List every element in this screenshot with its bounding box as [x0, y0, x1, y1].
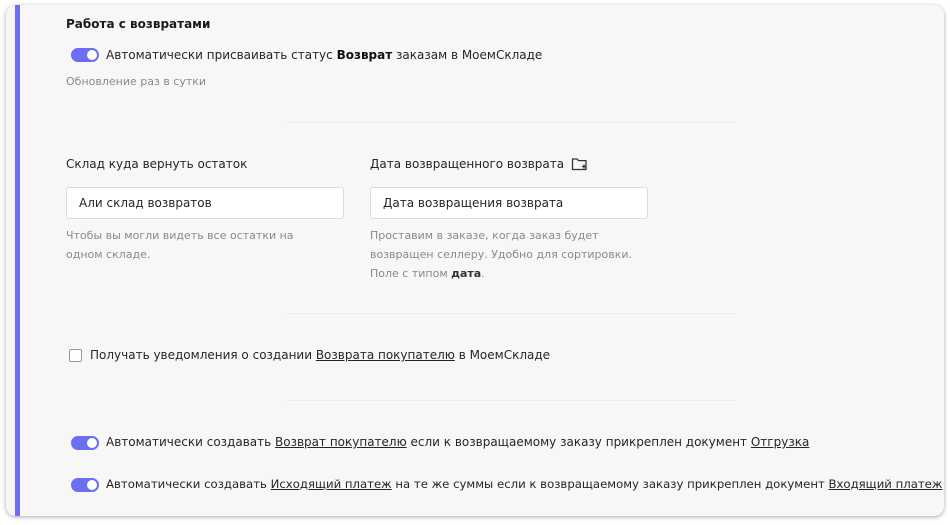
- return-date-hint-text: Проставим в заказе, когда заказ будет во…: [370, 229, 633, 280]
- warehouse-label: Склад куда вернуть остаток: [66, 157, 248, 171]
- auto-status-toggle[interactable]: [71, 48, 99, 62]
- outgoing-payment-link[interactable]: Исходящий платеж: [271, 477, 392, 491]
- auto-create-payment-prefix: Автоматически создавать: [106, 477, 271, 491]
- notify-link[interactable]: Возврата покупателю: [316, 348, 455, 362]
- notify-prefix: Получать уведомления о создании: [90, 348, 316, 362]
- returns-settings-card: Работа с возвратами Автоматически присва…: [6, 5, 944, 516]
- notify-suffix: в МоемСкладе: [454, 348, 551, 362]
- divider: [286, 400, 736, 401]
- return-date-label: Дата возвращенного возврата: [370, 157, 565, 171]
- divider: [286, 122, 736, 123]
- notify-checkbox[interactable]: [69, 349, 82, 362]
- incoming-payment-link[interactable]: Входящий платеж: [828, 477, 942, 491]
- return-date-hint-bold: дата: [451, 267, 482, 280]
- auto-create-payment-toggle[interactable]: [71, 478, 99, 492]
- warehouse-hint: Чтобы вы могли видеть все остатки на одн…: [66, 229, 294, 261]
- return-date-hint-end: .: [481, 267, 485, 280]
- auto-create-return-prefix: Автоматически создавать: [106, 435, 276, 449]
- notify-label: Получать уведомления о создании Возврата…: [90, 348, 550, 362]
- auto-status-bold: Возврат: [336, 48, 393, 62]
- auto-create-payment-middle: на те же суммы если к возвращаемому зака…: [391, 477, 829, 491]
- auto-create-return-label: Автоматически создавать Возврат покупате…: [106, 435, 809, 449]
- toggle-knob: [87, 480, 97, 490]
- toggle-knob: [87, 438, 97, 448]
- warehouse-input[interactable]: Али склад возвратов: [66, 187, 344, 219]
- accent-bar: [15, 5, 20, 516]
- folder-plus-icon[interactable]: [571, 156, 589, 176]
- shipment-link[interactable]: Отгрузка: [751, 435, 809, 449]
- return-date-hint: Проставим в заказе, когда заказ будет во…: [370, 226, 660, 283]
- section-title: Работа с возвратами: [66, 17, 211, 31]
- toggle-knob: [87, 50, 97, 60]
- auto-status-prefix: Автоматически присваивать статус: [106, 48, 337, 62]
- auto-status-hint: Обновление раз в сутки: [66, 75, 207, 88]
- auto-create-return-middle: если к возвращаемому заказу прикреплен д…: [406, 435, 751, 449]
- return-date-input[interactable]: Дата возвращения возврата: [370, 187, 648, 219]
- auto-status-label: Автоматически присваивать статус Возврат…: [106, 48, 542, 62]
- auto-create-return-toggle[interactable]: [71, 436, 99, 450]
- auto-status-suffix: заказам в МоемСкладе: [392, 48, 543, 62]
- auto-create-payment-label: Автоматически создавать Исходящий платеж…: [106, 477, 942, 491]
- customer-return-link[interactable]: Возврат покупателю: [275, 435, 407, 449]
- divider: [286, 313, 736, 314]
